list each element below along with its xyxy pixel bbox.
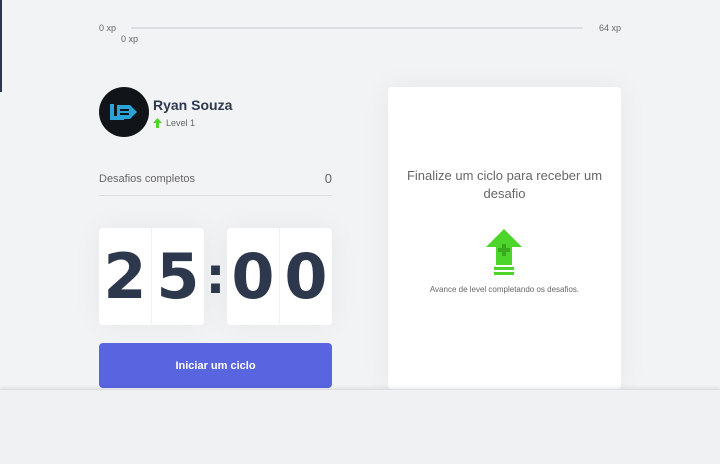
- window-edge: [0, 0, 2, 92]
- xp-track: [131, 27, 583, 29]
- profile-name: Ryan Souza: [153, 96, 233, 113]
- start-cycle-button[interactable]: Iniciar um ciclo: [99, 343, 332, 388]
- logo-avatar-icon: [110, 104, 137, 120]
- second-digit-right: 0: [279, 228, 332, 325]
- challenge-title: Finalize um ciclo para receber um desafi…: [406, 168, 603, 201]
- profile-level: Level 1: [153, 117, 232, 128]
- avatar: [99, 87, 149, 137]
- second-digit-left: 0: [231, 240, 275, 313]
- completed-value: 0: [324, 171, 332, 186]
- level-label: Level 1: [166, 117, 196, 128]
- xp-current-label: 0 xp: [121, 34, 139, 44]
- experience-bar: 0 xp 0 xp 64 xp: [99, 20, 621, 46]
- countdown: 2 5 : 0 0: [99, 228, 332, 325]
- profile-info: Ryan Souza Level 1: [153, 97, 232, 128]
- bottom-panel: [0, 389, 720, 464]
- completed-label: Desafios completos: [99, 172, 195, 185]
- countdown-separator: :: [205, 247, 226, 305]
- minute-digit-left: 2: [103, 240, 147, 313]
- challenge-box: Finalize um ciclo para receber um desafi…: [388, 87, 621, 389]
- level-up-icon: [486, 229, 522, 275]
- profile: Ryan Souza Level 1: [99, 87, 232, 137]
- level-up-arrow-icon: [153, 117, 162, 128]
- countdown-minutes: 2 5: [99, 228, 204, 325]
- xp-min-label: 0 xp: [99, 23, 117, 33]
- xp-max-label: 64 xp: [598, 23, 621, 33]
- minute-digit-right: 5: [151, 228, 204, 325]
- challenge-hint: Avance de level completando os desafios.: [429, 285, 580, 294]
- completed-challenges: Desafios completos 0: [99, 162, 332, 196]
- countdown-seconds: 0 0: [227, 228, 332, 325]
